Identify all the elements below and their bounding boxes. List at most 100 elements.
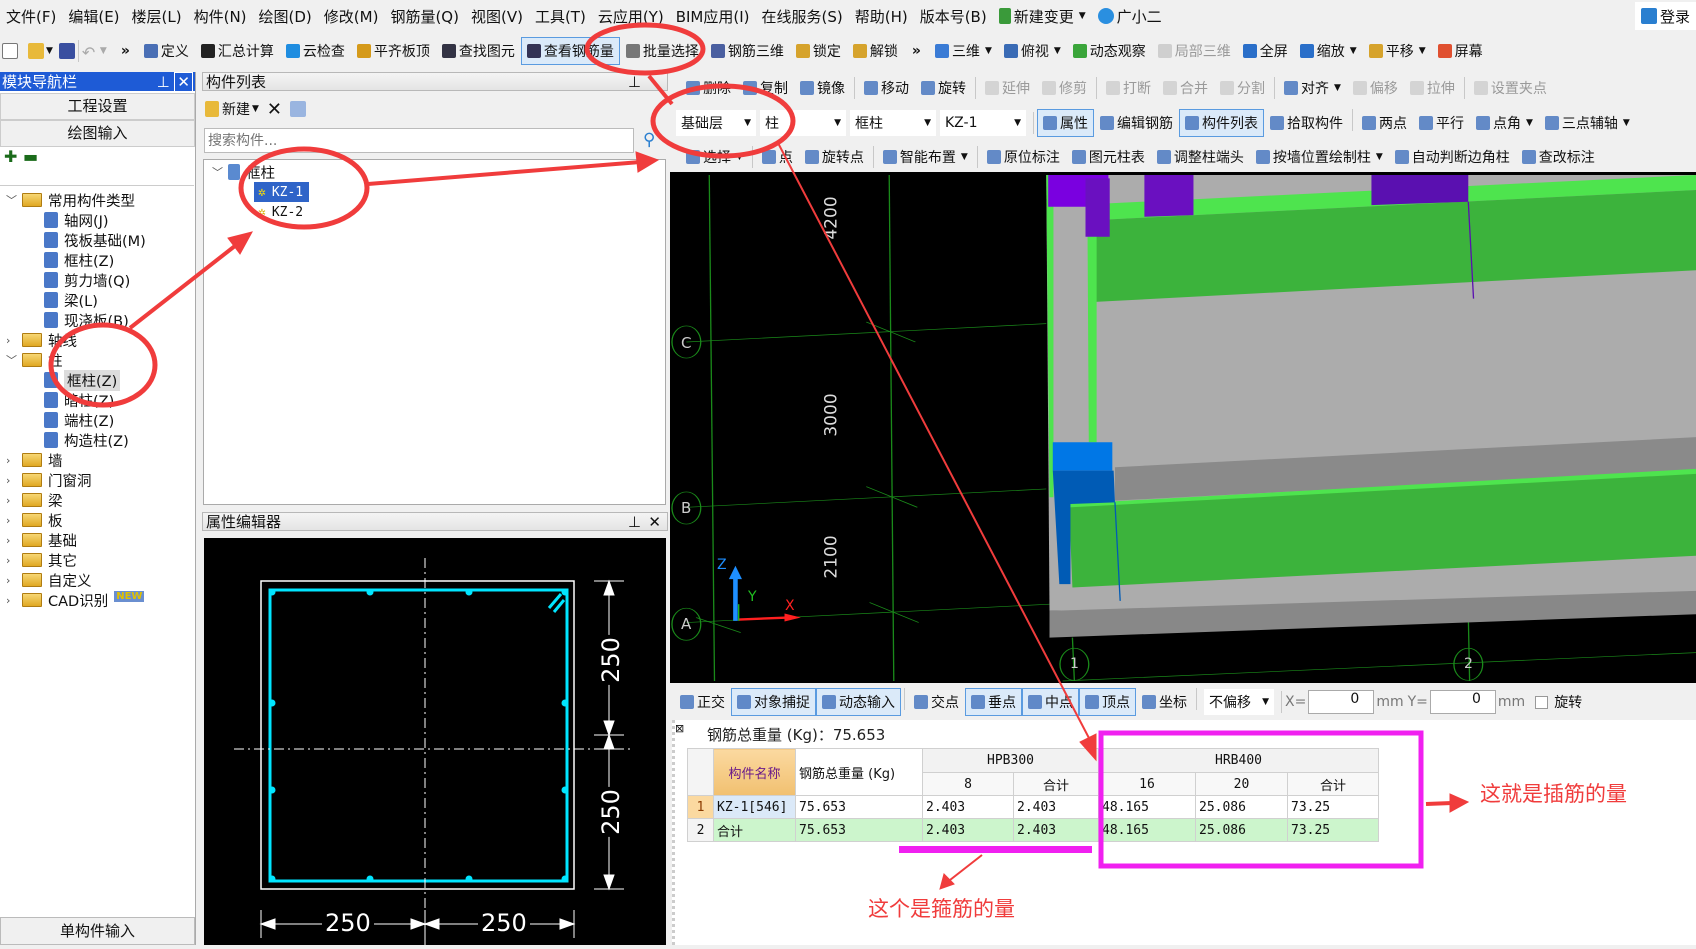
nav-tree-item[interactable]: 端柱(Z) — [44, 410, 114, 430]
nav-tree-item[interactable]: 框柱(Z) — [44, 369, 121, 391]
chevron-down-icon[interactable]: ▼ — [1054, 46, 1061, 56]
menu-item[interactable]: 文件(F) — [0, 2, 62, 30]
category-select[interactable]: 柱 ▼ — [760, 110, 846, 136]
new-component-button[interactable]: 新建 ▼ — [205, 99, 259, 119]
orbit-button[interactable]: 动态观察 — [1067, 37, 1152, 65]
menu-item[interactable]: 修改(M) — [318, 2, 385, 30]
component-search-input[interactable] — [204, 128, 634, 153]
menu-item[interactable]: 云应用(Y) — [592, 2, 670, 30]
project-settings-button[interactable]: 工程设置 — [0, 93, 195, 120]
rotate-checkbox[interactable] — [1535, 695, 1549, 709]
assistant-button[interactable]: 广小二 — [1092, 2, 1168, 30]
chevron-right-icon[interactable]: › — [6, 554, 16, 567]
nav-tree-item[interactable]: 框柱(Z) — [44, 250, 114, 270]
chevron-down-icon[interactable]: ▼ — [1623, 118, 1630, 128]
point-angle-button[interactable]: 点角 ▼ — [1470, 109, 1539, 137]
nav-tree-item[interactable]: 筏板基础(M) — [44, 230, 146, 250]
col-header-name[interactable]: 构件名称 — [713, 748, 796, 796]
chevron-right-icon[interactable]: › — [6, 494, 16, 507]
grip-button[interactable]: 设置夹点 — [1468, 74, 1553, 102]
offset-button[interactable]: 偏移 — [1347, 74, 1404, 102]
nav-tree-item[interactable]: 现浇板(B) — [44, 310, 129, 330]
nav-tree-item[interactable]: › 其它 — [6, 550, 77, 570]
search-icon[interactable]: ⚲ — [643, 130, 655, 150]
extend-button[interactable]: 延伸 — [979, 74, 1036, 102]
two-point-axis-button[interactable]: 两点 — [1356, 109, 1413, 137]
menu-item[interactable]: 工具(T) — [529, 2, 592, 30]
pin-icon[interactable]: ⊥ — [628, 73, 641, 91]
chevron-down-icon[interactable]: ▼ — [961, 152, 968, 162]
properties-button[interactable]: 属性 — [1037, 109, 1094, 137]
3d-viewport[interactable]: 4200 3000 2100 C B A 1 2 Z Y X — [670, 172, 1696, 683]
expand-all-icon[interactable]: ✚ — [4, 147, 17, 166]
nav-tree-item[interactable]: › 轴线 — [6, 330, 77, 350]
single-component-input-button[interactable]: 单构件输入 — [0, 917, 195, 945]
toolbar-overflow[interactable]: » — [121, 43, 130, 59]
chevron-down-icon[interactable]: ﹀ — [6, 192, 17, 208]
chevron-down-icon[interactable]: ▼ — [736, 152, 743, 162]
select-button[interactable]: 选择 ▼ — [680, 143, 749, 171]
chevron-down-icon[interactable]: ▼ — [1376, 152, 1383, 162]
nav-tree-item[interactable]: 暗柱(Z) — [44, 390, 114, 410]
new-change-menu[interactable]: 新建变更 ▼ — [993, 2, 1092, 30]
delete-button[interactable]: 删除 — [680, 74, 737, 102]
chevron-down-icon[interactable]: ▼ — [1334, 83, 1341, 93]
panel-close-icon[interactable]: ⊠ — [675, 722, 684, 735]
chevron-down-icon[interactable]: ▼ — [1350, 46, 1357, 56]
cube-button[interactable]: 三维 ▼ — [929, 37, 998, 65]
open-folder-icon[interactable] — [28, 43, 44, 59]
col-header-total[interactable]: 钢筋总重量 (Kg) — [795, 748, 923, 796]
menu-item[interactable]: 帮助(H) — [849, 2, 914, 30]
nav-tree-item[interactable]: › 墙 — [6, 450, 63, 470]
chevron-right-icon[interactable]: › — [6, 574, 16, 587]
partial-3d-button[interactable]: 局部三维 — [1152, 37, 1237, 65]
menu-item[interactable]: 版本号(B) — [914, 2, 993, 30]
move-button[interactable]: 移动 — [858, 74, 915, 102]
menu-item[interactable]: 在线服务(S) — [755, 2, 848, 30]
perpendicular-button[interactable]: 垂点 — [965, 688, 1022, 716]
unlock-button[interactable]: 解锁 — [847, 37, 904, 65]
nav-tree-item[interactable]: 剪力墙(Q) — [44, 270, 130, 290]
menu-item[interactable]: 绘图(D) — [253, 2, 318, 30]
chevron-down-icon[interactable]: ▼ — [1526, 118, 1533, 128]
nav-tree-item[interactable]: 轴网(J) — [44, 210, 109, 230]
nav-tree-item[interactable]: › 基础 — [6, 530, 77, 550]
save-icon[interactable] — [58, 43, 75, 59]
x-input[interactable]: 0 — [1308, 690, 1375, 714]
chevron-down-icon[interactable]: ﹀ — [6, 352, 17, 368]
stretch-button[interactable]: 拉伸 — [1404, 74, 1461, 102]
chevron-right-icon[interactable]: › — [6, 454, 16, 467]
align-slab-button[interactable]: 平齐板顶 — [351, 37, 436, 65]
tree-group-frame-column[interactable]: ﹀ 框柱 — [212, 162, 275, 182]
coordinate-button[interactable]: 坐标 — [1136, 688, 1193, 716]
menu-item[interactable]: 视图(V) — [465, 2, 529, 30]
glasses-button[interactable]: 查看钢筋量 — [520, 37, 620, 65]
chevron-right-icon[interactable]: › — [6, 534, 16, 547]
delete-icon[interactable]: ✕ — [267, 99, 282, 120]
batch-select-button[interactable]: 批量选择 — [620, 37, 705, 65]
collapse-all-icon[interactable]: ▬ — [23, 147, 38, 166]
undo-icon[interactable]: ↶ — [82, 43, 98, 62]
component-item-kz2[interactable]: ✲ KZ-2 — [254, 202, 307, 222]
close-icon[interactable]: ✕ — [174, 71, 193, 92]
rotate-button[interactable]: 旋转 — [915, 74, 972, 102]
split-button[interactable]: 分割 — [1214, 74, 1271, 102]
nav-tree-item[interactable]: › 自定义 — [6, 570, 92, 590]
toolbar-overflow-2[interactable]: » — [912, 43, 921, 59]
three-point-axis-button[interactable]: 三点辅轴 ▼ — [1539, 109, 1636, 137]
top-view-button[interactable]: 俯视 ▼ — [998, 37, 1067, 65]
table-row-total[interactable]: 2 合计 75.653 2.403 2.403 48.165 25.086 73.25 — [687, 818, 1379, 842]
mirror-button[interactable]: 镜像 — [794, 74, 851, 102]
dynamic-input-button[interactable]: 动态输入 — [816, 688, 901, 716]
nav-tree-item[interactable]: › 板 — [6, 510, 63, 530]
component-list-button[interactable]: 构件列表 — [1179, 109, 1264, 137]
chevron-right-icon[interactable]: › — [6, 334, 16, 347]
rotate-point-button[interactable]: 旋转点 — [799, 143, 870, 171]
rebar-3d-button[interactable]: 钢筋三维 — [705, 37, 790, 65]
close-icon[interactable]: ✕ — [648, 513, 661, 531]
fullscreen-button[interactable]: 全屏 — [1237, 37, 1294, 65]
in-place-label-button[interactable]: 原位标注 — [981, 143, 1066, 171]
menu-item[interactable]: 构件(N) — [188, 2, 253, 30]
pin-icon[interactable]: ⊥ — [157, 73, 170, 91]
vertex-button[interactable]: 顶点 — [1079, 688, 1136, 716]
